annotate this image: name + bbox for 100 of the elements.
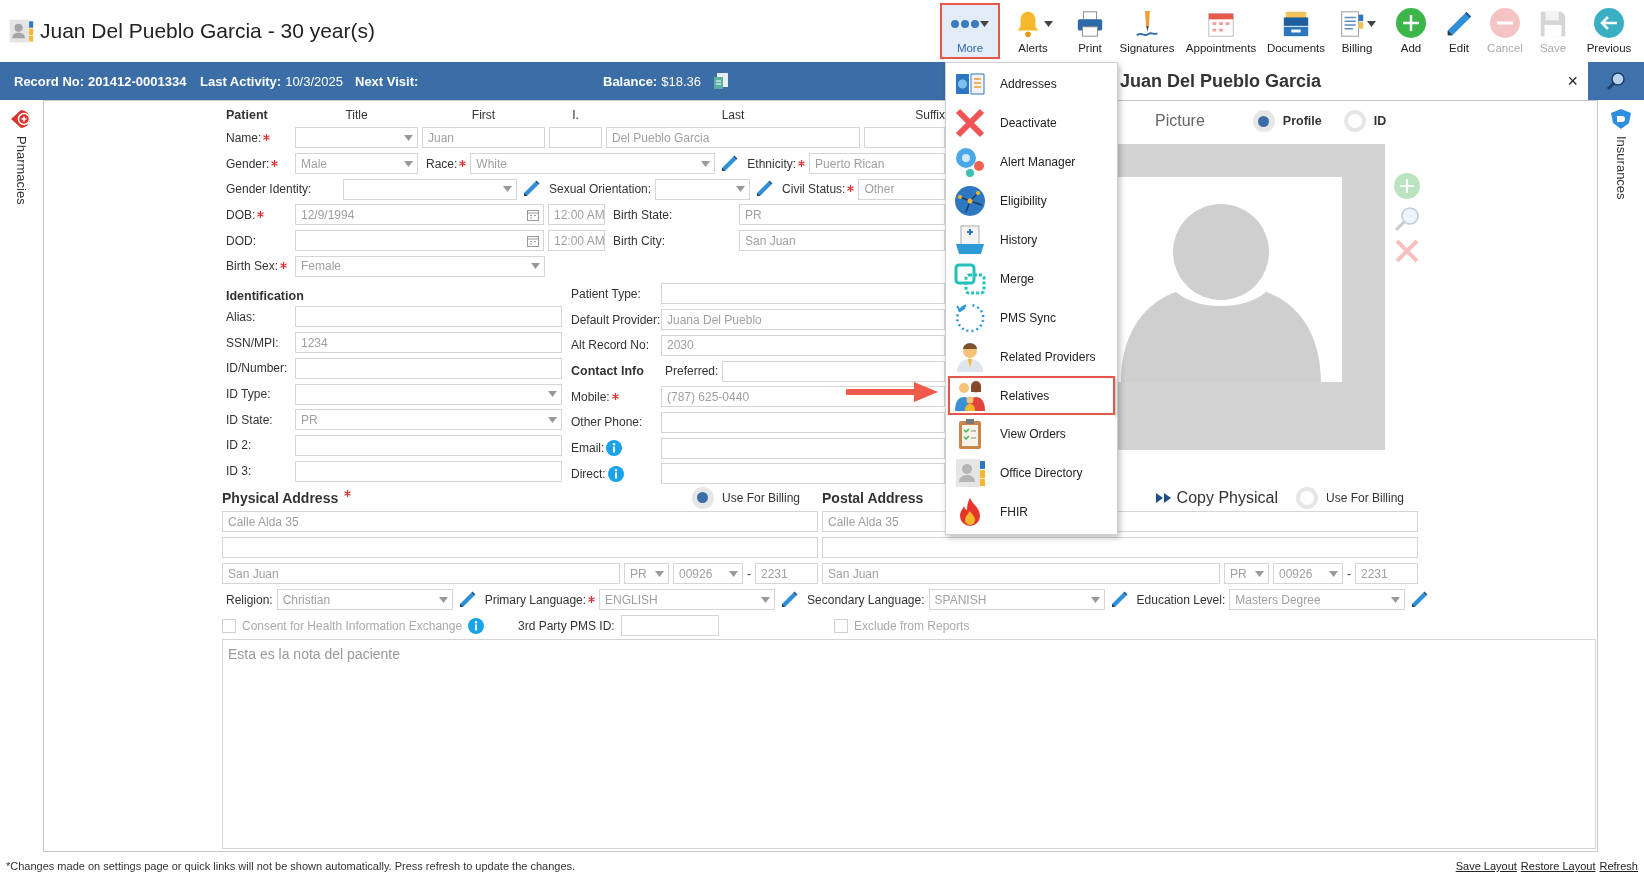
field-label: Sexual Orientation:	[549, 182, 652, 197]
dropdown-field[interactable]: PR	[295, 409, 562, 431]
checkbox-option[interactable]: Exclude from Reports	[834, 618, 970, 633]
dropdown-field[interactable]	[655, 178, 751, 200]
radio-option[interactable]: Profile	[1252, 110, 1322, 132]
record-label: Record No:	[14, 73, 85, 89]
dropdown-field[interactable]: SPANISH	[928, 589, 1105, 611]
text-field[interactable]: San Juan	[222, 563, 620, 585]
text-field[interactable]: San Juan	[739, 230, 945, 252]
time-field[interactable]: 12:00 AM	[548, 230, 605, 252]
person-icon	[954, 340, 986, 373]
dropdown-field[interactable]: Masters Degree	[1229, 589, 1406, 611]
toolbar-button[interactable]: Edit	[1438, 3, 1480, 59]
toolbar-button[interactable]: Print	[1066, 3, 1114, 59]
toolbar-button[interactable]: Add	[1386, 3, 1436, 59]
text-field[interactable]: Juana Del Pueblo	[661, 309, 945, 331]
text-field[interactable]: 2231	[755, 563, 818, 585]
info-icon[interactable]	[607, 465, 624, 482]
text-field[interactable]: Other	[858, 178, 945, 200]
text-field[interactable]	[222, 537, 818, 559]
dropdown-field[interactable]: Male	[295, 153, 418, 175]
text-field[interactable]: 1234	[295, 332, 562, 354]
caret-icon	[1391, 596, 1401, 603]
text-field[interactable]: Juan	[422, 127, 545, 149]
delete-icon[interactable]	[1394, 238, 1420, 264]
receipt-icon[interactable]	[712, 72, 731, 90]
toolbar-button[interactable]: Signatures	[1116, 3, 1178, 59]
dropdown-field[interactable]: White	[470, 153, 716, 175]
pencil-icon[interactable]	[719, 153, 740, 174]
field-label: Ethnicity:	[747, 156, 797, 171]
radio-option[interactable]: Use For Billing	[1295, 486, 1404, 509]
dropdown-field[interactable]	[295, 383, 562, 405]
dropdown-field[interactable]: ENGLISH	[599, 589, 776, 611]
dropdown-field[interactable]: PR	[624, 563, 669, 585]
text-field[interactable]: Puerto Rican	[809, 153, 945, 175]
text-field[interactable]	[864, 127, 945, 149]
dropdown-field[interactable]: 00926	[673, 563, 743, 585]
pencil-icon[interactable]	[1409, 589, 1430, 610]
sidebar-tab[interactable]: Insurances	[1609, 100, 1633, 200]
notes-field[interactable]: Esta es la nota del paciente	[222, 638, 1596, 849]
text-field[interactable]: San Juan	[822, 563, 1220, 585]
dropdown-field[interactable]: Female	[295, 255, 545, 277]
dropdown-field[interactable]: PR	[1224, 563, 1269, 585]
window-title: Juan Del Pueblo Garcia - 30 year(s)	[40, 19, 375, 43]
caret-icon	[1255, 570, 1264, 577]
text-field[interactable]	[661, 283, 945, 305]
add-icon	[1395, 7, 1427, 39]
text-field[interactable]	[620, 615, 719, 637]
time-field[interactable]: 12:00 AM	[548, 204, 605, 226]
text-field[interactable]	[549, 127, 602, 149]
dropdown-field[interactable]: 00926	[1273, 563, 1343, 585]
text-field[interactable]	[661, 437, 945, 459]
text-field[interactable]: 2231	[1355, 563, 1418, 585]
footer-link[interactable]: Restore Layout	[1520, 860, 1596, 872]
caret-icon	[701, 160, 711, 167]
text-field[interactable]	[722, 360, 945, 382]
radio-option[interactable]: Use For Billing	[691, 486, 800, 509]
text-field[interactable]: Del Pueblo Garcia	[606, 127, 860, 149]
text-field[interactable]	[661, 411, 945, 433]
sidebar-tab[interactable]: Pharmacies	[8, 100, 35, 205]
patient-name: Juan Del Pueblo Garcia	[1120, 70, 1322, 92]
calendar-icon[interactable]	[527, 208, 539, 221]
column-heading: Suffix	[914, 108, 945, 122]
search-icon[interactable]	[1393, 205, 1421, 233]
dropdown-field[interactable]	[343, 178, 517, 200]
dropdown-field[interactable]: Christian	[276, 589, 453, 611]
text-field[interactable]: PR	[739, 204, 945, 226]
text-field[interactable]	[661, 463, 945, 485]
footer-link[interactable]: Save Layout	[1455, 860, 1517, 872]
caret-icon	[531, 263, 540, 270]
text-field[interactable]: 2030	[661, 334, 945, 356]
text-field[interactable]: Calle Alda 35	[222, 511, 818, 533]
toolbar-button[interactable]: Alerts	[1002, 3, 1064, 59]
text-field[interactable]	[295, 460, 562, 482]
toolbar-button[interactable]: Previous	[1578, 3, 1640, 59]
field-label: Other Phone:	[571, 415, 643, 430]
text-field[interactable]	[295, 357, 562, 379]
toolbar-button[interactable]: Appointments	[1180, 3, 1262, 59]
menu-item[interactable]: Relatives	[948, 376, 1115, 415]
add-icon[interactable]	[1393, 172, 1421, 200]
sync-icon	[954, 301, 986, 334]
toolbar-button[interactable]: More	[940, 3, 1000, 59]
info-icon[interactable]	[468, 617, 485, 634]
info-icon[interactable]	[606, 440, 623, 457]
pencil-icon[interactable]	[779, 589, 800, 610]
calendar-icon[interactable]	[527, 234, 539, 247]
date-field[interactable]: 12/9/1994	[295, 204, 544, 226]
checkbox-option[interactable]: Consent for Health Information Exchange	[222, 618, 463, 633]
toolbar-button[interactable]: Billing	[1330, 3, 1384, 59]
copy-button[interactable]: Copy Physical	[1155, 488, 1278, 507]
text-field[interactable]	[822, 537, 1418, 559]
text-field[interactable]	[295, 434, 562, 456]
search-button[interactable]	[1588, 62, 1644, 100]
date-field[interactable]	[295, 230, 544, 252]
dropdown-field[interactable]	[295, 127, 418, 149]
close-button[interactable]: ×	[1565, 70, 1580, 92]
field-label: Primary Language:	[484, 592, 587, 607]
text-field[interactable]	[295, 306, 562, 328]
footer-link[interactable]: Refresh	[1599, 860, 1638, 872]
toolbar-button[interactable]: Documents	[1264, 3, 1328, 59]
